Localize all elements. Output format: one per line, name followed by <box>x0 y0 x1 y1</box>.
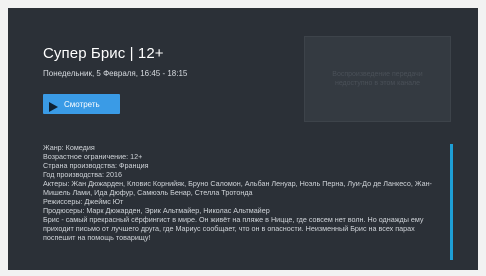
program-details: Жанр: Комедия Возрастное ограничение: 12… <box>43 144 435 265</box>
description-text: Брис - самый прекрасный сёрфингист в мир… <box>43 214 424 242</box>
watch-button[interactable]: Смотреть <box>43 94 120 114</box>
program-title: Супер Брис | 12+ <box>43 45 164 62</box>
play-icon <box>48 99 58 112</box>
program-datetime: Понедельник, 5 Февраля, 16:45 - 18:15 <box>43 69 188 78</box>
watch-button-label: Смотреть <box>64 99 100 109</box>
poster-placeholder-text: Воспроизведение передачи недоступно в эт… <box>332 71 423 87</box>
details-scrollbar[interactable] <box>450 144 453 260</box>
poster-placeholder: Воспроизведение передачи недоступно в эт… <box>304 36 451 122</box>
actors-line: Актеры: Жан Дюжарден, Кловис Корнийяк, Б… <box>43 178 432 197</box>
program-details-screen: Супер Брис | 12+ Понедельник, 5 Февраля,… <box>8 8 478 270</box>
details-fade <box>43 250 443 266</box>
